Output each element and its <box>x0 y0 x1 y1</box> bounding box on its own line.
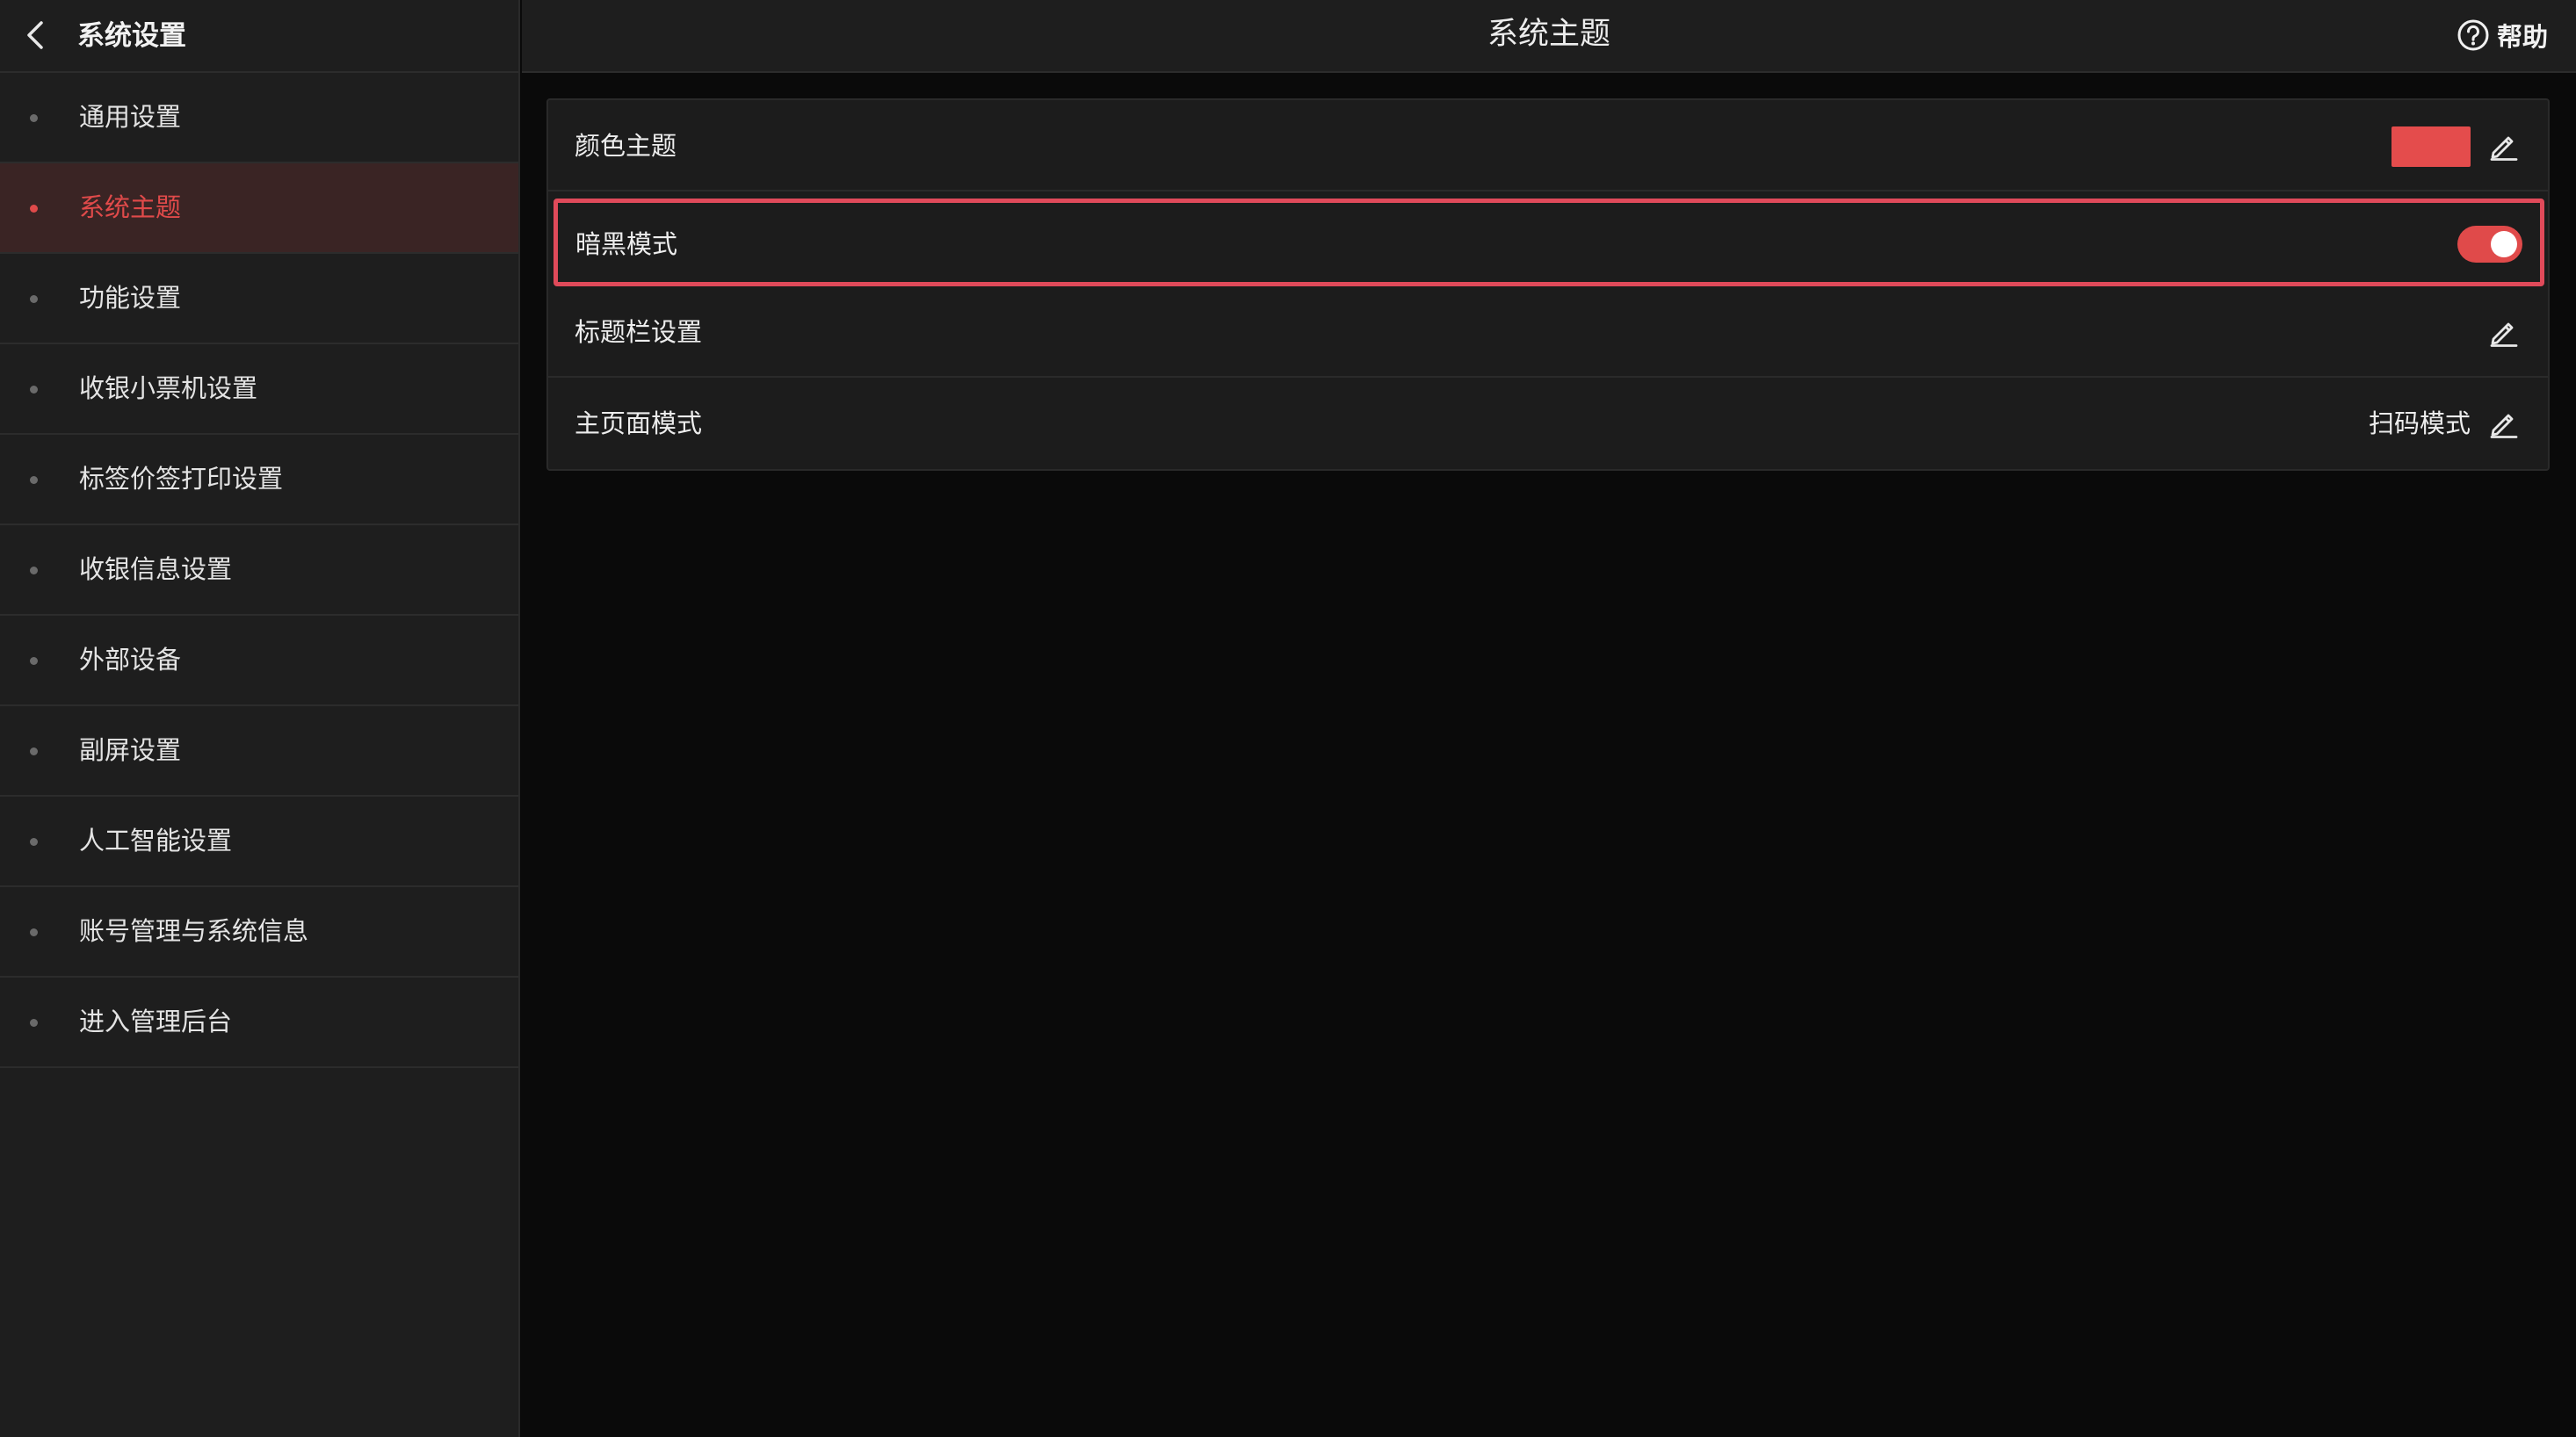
chevron-left-icon <box>27 21 43 49</box>
sidebar: 系统设置 通用设置 系统主题 功能设置 收银小票机设置 标签价签打印设置 收银信… <box>0 0 520 1437</box>
color-swatch[interactable] <box>2391 126 2471 167</box>
app-window: 系统设置 通用设置 系统主题 功能设置 收银小票机设置 标签价签打印设置 收银信… <box>0 0 2576 1437</box>
pencil-icon <box>2490 414 2518 438</box>
sidebar-item-label: 人工智能设置 <box>79 826 233 856</box>
dark-mode-row[interactable]: 暗黑模式 <box>554 199 2544 286</box>
page-title: 系统主题 <box>1487 17 1610 52</box>
sidebar-item-admin-backend[interactable]: 进入管理后台 <box>0 978 518 1068</box>
theme-settings-card: 颜色主题 暗黑模式 标题栏设置 主页面模式 扫码模式 <box>546 98 2550 471</box>
sidebar-item-label: 通用设置 <box>79 102 182 132</box>
home-mode-row[interactable]: 主页面模式 扫码模式 <box>548 378 2548 469</box>
sidebar-item-external-devices[interactable]: 外部设备 <box>0 616 518 706</box>
sidebar-header: 系统设置 <box>0 0 518 73</box>
help-button[interactable]: 帮助 <box>2457 16 2548 54</box>
bullet-icon <box>30 114 38 122</box>
color-theme-row[interactable]: 颜色主题 <box>548 100 2548 191</box>
bullet-icon <box>30 657 38 665</box>
bullet-icon <box>30 838 38 846</box>
sidebar-item-general[interactable]: 通用设置 <box>0 73 518 163</box>
sidebar-item-cashier-info[interactable]: 收银信息设置 <box>0 525 518 616</box>
sidebar-item-receipt-printer[interactable]: 收银小票机设置 <box>0 344 518 435</box>
sidebar-item-account-system-info[interactable]: 账号管理与系统信息 <box>0 887 518 978</box>
top-bar: 系统主题 帮助 <box>522 0 2576 73</box>
sidebar-item-label: 系统主题 <box>79 192 182 222</box>
edit-titlebar-button[interactable] <box>2486 314 2522 350</box>
back-button[interactable] <box>14 14 56 56</box>
help-label: 帮助 <box>2496 22 2548 52</box>
dark-mode-label: 暗黑模式 <box>575 229 678 259</box>
sidebar-item-label: 进入管理后台 <box>79 1007 233 1036</box>
bullet-icon <box>30 747 38 755</box>
edit-home-mode-button[interactable] <box>2486 406 2522 441</box>
sidebar-item-label: 外部设备 <box>79 645 182 675</box>
edit-color-theme-button[interactable] <box>2486 128 2522 163</box>
sidebar-item-label-printing[interactable]: 标签价签打印设置 <box>0 435 518 525</box>
titlebar-settings-row[interactable]: 标题栏设置 <box>548 286 2548 378</box>
question-circle-icon <box>2457 19 2489 51</box>
sidebar-item-label: 账号管理与系统信息 <box>79 916 309 946</box>
sidebar-item-label: 收银小票机设置 <box>79 373 258 403</box>
bullet-icon <box>30 476 38 484</box>
color-theme-label: 颜色主题 <box>575 131 677 161</box>
pencil-icon <box>2490 322 2518 347</box>
bullet-icon <box>30 1019 38 1027</box>
pencil-icon <box>2490 136 2518 161</box>
sidebar-item-label: 标签价签打印设置 <box>79 464 284 494</box>
sidebar-item-label: 副屏设置 <box>79 735 182 765</box>
sidebar-item-features[interactable]: 功能设置 <box>0 254 518 344</box>
sidebar-nav: 通用设置 系统主题 功能设置 收银小票机设置 标签价签打印设置 收银信息设置 外… <box>0 73 518 1068</box>
home-mode-value: 扫码模式 <box>2368 408 2471 438</box>
titlebar-settings-label: 标题栏设置 <box>575 317 703 347</box>
bullet-icon <box>30 928 38 936</box>
bullet-icon <box>30 295 38 303</box>
sidebar-item-ai-settings[interactable]: 人工智能设置 <box>0 797 518 887</box>
bullet-icon <box>30 567 38 574</box>
bullet-icon <box>30 205 38 213</box>
sidebar-item-secondary-screen[interactable]: 副屏设置 <box>0 706 518 797</box>
sidebar-item-label: 收银信息设置 <box>79 554 233 584</box>
sidebar-item-system-theme[interactable]: 系统主题 <box>0 163 518 254</box>
toggle-knob <box>2491 231 2517 257</box>
bullet-icon <box>30 386 38 394</box>
sidebar-item-label: 功能设置 <box>79 283 182 313</box>
dark-mode-toggle[interactable] <box>2457 226 2522 263</box>
sidebar-title: 系统设置 <box>77 20 186 52</box>
home-mode-label: 主页面模式 <box>575 408 703 438</box>
